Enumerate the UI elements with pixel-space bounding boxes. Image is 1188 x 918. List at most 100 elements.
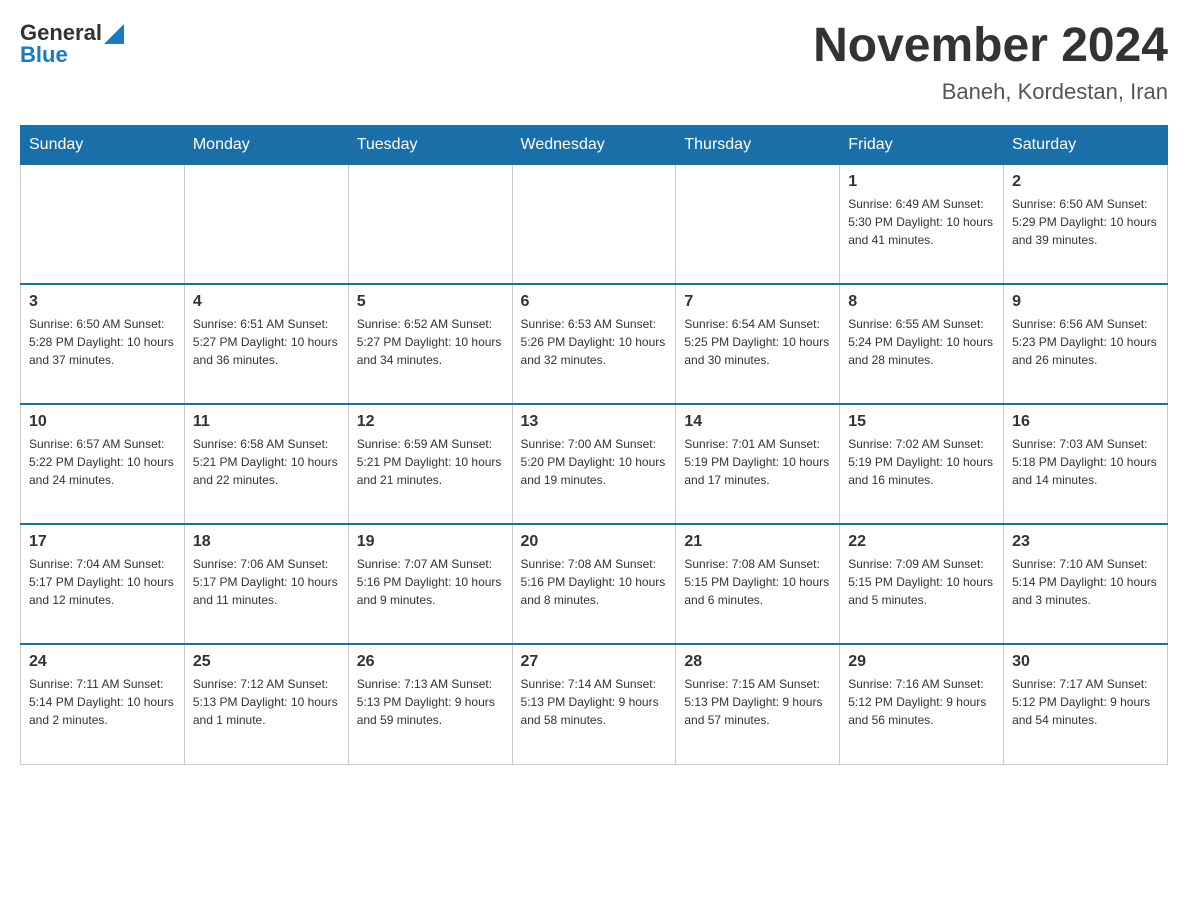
- day-info: Sunrise: 7:02 AM Sunset: 5:19 PM Dayligh…: [848, 435, 995, 489]
- day-cell: 6 Sunrise: 6:53 AM Sunset: 5:26 PM Daylig…: [512, 284, 676, 404]
- day-number: 8: [848, 293, 995, 311]
- day-info: Sunrise: 6:49 AM Sunset: 5:30 PM Dayligh…: [848, 195, 995, 249]
- day-number: 4: [193, 293, 340, 311]
- logo: General Blue: [20, 20, 124, 68]
- day-info: Sunrise: 7:17 AM Sunset: 5:12 PM Dayligh…: [1012, 675, 1159, 729]
- day-info: Sunrise: 7:11 AM Sunset: 5:14 PM Dayligh…: [29, 675, 176, 729]
- day-number: 7: [684, 293, 831, 311]
- day-info: Sunrise: 6:52 AM Sunset: 5:27 PM Dayligh…: [357, 315, 504, 369]
- header-wednesday: Wednesday: [512, 125, 676, 164]
- week-row-4: 17 Sunrise: 7:04 AM Sunset: 5:17 PM Dayli…: [21, 524, 1168, 644]
- day-cell: 1 Sunrise: 6:49 AM Sunset: 5:30 PM Daylig…: [840, 164, 1004, 284]
- day-number: 11: [193, 413, 340, 431]
- header-monday: Monday: [184, 125, 348, 164]
- day-cell: 11 Sunrise: 6:58 AM Sunset: 5:21 PM Dayli…: [184, 404, 348, 524]
- header-thursday: Thursday: [676, 125, 840, 164]
- day-number: 23: [1012, 533, 1159, 551]
- day-cell: 3 Sunrise: 6:50 AM Sunset: 5:28 PM Daylig…: [21, 284, 185, 404]
- day-cell: 28 Sunrise: 7:15 AM Sunset: 5:13 PM Dayli…: [676, 644, 840, 764]
- day-cell: 29 Sunrise: 7:16 AM Sunset: 5:12 PM Dayli…: [840, 644, 1004, 764]
- day-number: 1: [848, 173, 995, 191]
- day-info: Sunrise: 7:01 AM Sunset: 5:19 PM Dayligh…: [684, 435, 831, 489]
- weekday-header-row: Sunday Monday Tuesday Wednesday Thursday…: [21, 125, 1168, 164]
- day-info: Sunrise: 7:10 AM Sunset: 5:14 PM Dayligh…: [1012, 555, 1159, 609]
- logo-text-blue: Blue: [20, 42, 68, 68]
- week-row-5: 24 Sunrise: 7:11 AM Sunset: 5:14 PM Dayli…: [21, 644, 1168, 764]
- day-info: Sunrise: 6:53 AM Sunset: 5:26 PM Dayligh…: [521, 315, 668, 369]
- calendar-table: Sunday Monday Tuesday Wednesday Thursday…: [20, 125, 1168, 765]
- day-cell: 27 Sunrise: 7:14 AM Sunset: 5:13 PM Dayli…: [512, 644, 676, 764]
- day-info: Sunrise: 6:51 AM Sunset: 5:27 PM Dayligh…: [193, 315, 340, 369]
- day-number: 21: [684, 533, 831, 551]
- day-cell: 19 Sunrise: 7:07 AM Sunset: 5:16 PM Dayli…: [348, 524, 512, 644]
- header-saturday: Saturday: [1004, 125, 1168, 164]
- day-number: 17: [29, 533, 176, 551]
- day-number: 22: [848, 533, 995, 551]
- day-info: Sunrise: 7:08 AM Sunset: 5:15 PM Dayligh…: [684, 555, 831, 609]
- day-number: 29: [848, 653, 995, 671]
- day-cell: [676, 164, 840, 284]
- day-cell: [21, 164, 185, 284]
- day-cell: 23 Sunrise: 7:10 AM Sunset: 5:14 PM Dayli…: [1004, 524, 1168, 644]
- day-info: Sunrise: 6:59 AM Sunset: 5:21 PM Dayligh…: [357, 435, 504, 489]
- header-friday: Friday: [840, 125, 1004, 164]
- week-row-1: 1 Sunrise: 6:49 AM Sunset: 5:30 PM Daylig…: [21, 164, 1168, 284]
- day-cell: 25 Sunrise: 7:12 AM Sunset: 5:13 PM Dayli…: [184, 644, 348, 764]
- week-row-3: 10 Sunrise: 6:57 AM Sunset: 5:22 PM Dayli…: [21, 404, 1168, 524]
- day-number: 9: [1012, 293, 1159, 311]
- day-cell: 7Sunrise: 6:54 AM Sunset: 5:25 PM Daylig…: [676, 284, 840, 404]
- day-number: 20: [521, 533, 668, 551]
- day-info: Sunrise: 6:58 AM Sunset: 5:21 PM Dayligh…: [193, 435, 340, 489]
- day-number: 16: [1012, 413, 1159, 431]
- day-cell: 8 Sunrise: 6:55 AM Sunset: 5:24 PM Daylig…: [840, 284, 1004, 404]
- day-cell: 13Sunrise: 7:00 AM Sunset: 5:20 PM Dayli…: [512, 404, 676, 524]
- day-info: Sunrise: 7:04 AM Sunset: 5:17 PM Dayligh…: [29, 555, 176, 609]
- day-number: 6: [521, 293, 668, 311]
- day-info: Sunrise: 6:56 AM Sunset: 5:23 PM Dayligh…: [1012, 315, 1159, 369]
- day-info: Sunrise: 7:16 AM Sunset: 5:12 PM Dayligh…: [848, 675, 995, 729]
- day-info: Sunrise: 6:55 AM Sunset: 5:24 PM Dayligh…: [848, 315, 995, 369]
- day-info: Sunrise: 7:12 AM Sunset: 5:13 PM Dayligh…: [193, 675, 340, 729]
- day-number: 10: [29, 413, 176, 431]
- day-cell: 4 Sunrise: 6:51 AM Sunset: 5:27 PM Daylig…: [184, 284, 348, 404]
- day-info: Sunrise: 7:15 AM Sunset: 5:13 PM Dayligh…: [684, 675, 831, 729]
- day-number: 2: [1012, 173, 1159, 191]
- day-cell: 22 Sunrise: 7:09 AM Sunset: 5:15 PM Dayli…: [840, 524, 1004, 644]
- day-cell: 16Sunrise: 7:03 AM Sunset: 5:18 PM Dayli…: [1004, 404, 1168, 524]
- day-cell: 5 Sunrise: 6:52 AM Sunset: 5:27 PM Daylig…: [348, 284, 512, 404]
- day-number: 25: [193, 653, 340, 671]
- day-cell: [184, 164, 348, 284]
- day-info: Sunrise: 7:13 AM Sunset: 5:13 PM Dayligh…: [357, 675, 504, 729]
- day-number: 30: [1012, 653, 1159, 671]
- day-info: Sunrise: 7:06 AM Sunset: 5:17 PM Dayligh…: [193, 555, 340, 609]
- day-number: 3: [29, 293, 176, 311]
- day-info: Sunrise: 6:50 AM Sunset: 5:28 PM Dayligh…: [29, 315, 176, 369]
- header-sunday: Sunday: [21, 125, 185, 164]
- day-number: 26: [357, 653, 504, 671]
- day-info: Sunrise: 7:14 AM Sunset: 5:13 PM Dayligh…: [521, 675, 668, 729]
- day-info: Sunrise: 6:57 AM Sunset: 5:22 PM Dayligh…: [29, 435, 176, 489]
- day-info: Sunrise: 7:09 AM Sunset: 5:15 PM Dayligh…: [848, 555, 995, 609]
- title-area: November 2024 Baneh, Kordestan, Iran: [813, 20, 1168, 105]
- day-cell: 26 Sunrise: 7:13 AM Sunset: 5:13 PM Dayli…: [348, 644, 512, 764]
- day-cell: 12Sunrise: 6:59 AM Sunset: 5:21 PM Dayli…: [348, 404, 512, 524]
- day-cell: 24 Sunrise: 7:11 AM Sunset: 5:14 PM Dayli…: [21, 644, 185, 764]
- day-number: 19: [357, 533, 504, 551]
- day-info: Sunrise: 7:07 AM Sunset: 5:16 PM Dayligh…: [357, 555, 504, 609]
- day-cell: 17 Sunrise: 7:04 AM Sunset: 5:17 PM Dayli…: [21, 524, 185, 644]
- day-number: 27: [521, 653, 668, 671]
- day-cell: [348, 164, 512, 284]
- week-row-2: 3 Sunrise: 6:50 AM Sunset: 5:28 PM Daylig…: [21, 284, 1168, 404]
- day-number: 24: [29, 653, 176, 671]
- day-cell: 14Sunrise: 7:01 AM Sunset: 5:19 PM Dayli…: [676, 404, 840, 524]
- day-number: 28: [684, 653, 831, 671]
- page-header: General Blue November 2024 Baneh, Kordes…: [20, 20, 1168, 105]
- day-info: Sunrise: 6:50 AM Sunset: 5:29 PM Dayligh…: [1012, 195, 1159, 249]
- header-tuesday: Tuesday: [348, 125, 512, 164]
- logo-triangle-icon: [104, 24, 124, 44]
- day-cell: 30 Sunrise: 7:17 AM Sunset: 5:12 PM Dayli…: [1004, 644, 1168, 764]
- day-number: 5: [357, 293, 504, 311]
- day-cell: 15Sunrise: 7:02 AM Sunset: 5:19 PM Dayli…: [840, 404, 1004, 524]
- day-cell: 10 Sunrise: 6:57 AM Sunset: 5:22 PM Dayli…: [21, 404, 185, 524]
- day-number: 13: [521, 413, 668, 431]
